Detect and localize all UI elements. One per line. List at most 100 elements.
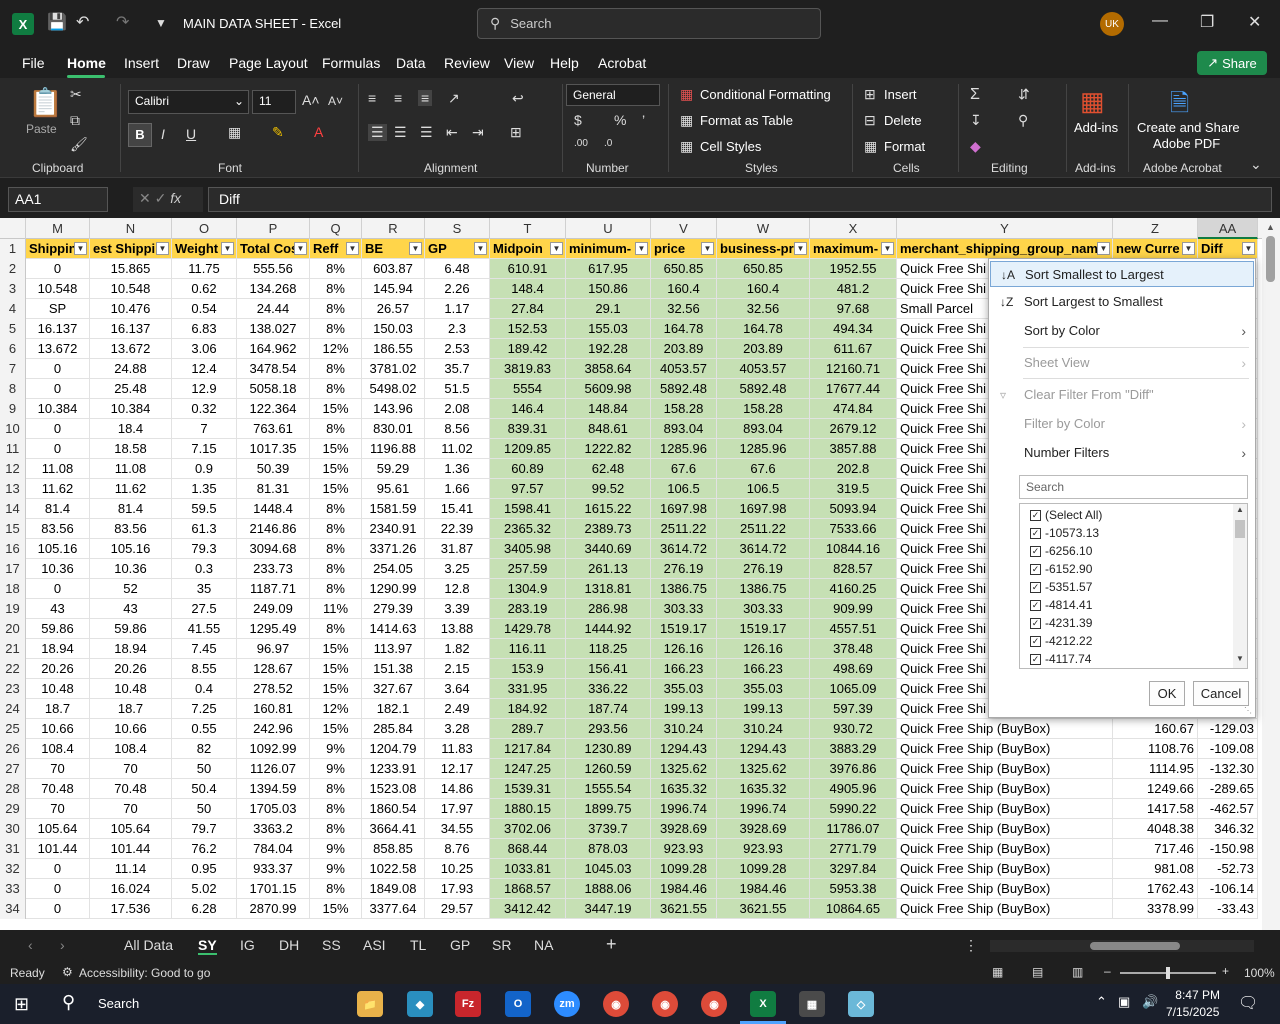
table-cell[interactable]: 5892.48 — [651, 379, 717, 399]
row-header[interactable]: 19 — [0, 599, 26, 619]
sheet-tab-ig[interactable]: IG — [240, 937, 255, 953]
filter-dropdown-icon[interactable]: ▼ — [701, 242, 714, 255]
table-cell[interactable]: 3928.69 — [717, 819, 810, 839]
table-cell[interactable]: 597.39 — [810, 699, 897, 719]
table-cell[interactable]: 603.87 — [362, 259, 425, 279]
table-cell[interactable]: 83.56 — [90, 519, 172, 539]
align-bottom-icon[interactable]: ≡ — [418, 90, 433, 106]
row-header[interactable]: 1 — [0, 239, 26, 259]
orientation-icon[interactable]: ↗ — [448, 90, 460, 107]
table-cell[interactable]: 126.16 — [651, 639, 717, 659]
table-cell[interactable]: 283.19 — [490, 599, 566, 619]
table-cell[interactable]: 0.4 — [172, 679, 237, 699]
checkbox-checked-icon[interactable]: ✓ — [1030, 564, 1041, 576]
ok-button[interactable]: OK — [1149, 681, 1185, 706]
row-header[interactable]: 11 — [0, 439, 26, 459]
table-cell[interactable]: 3378.99 — [1113, 899, 1198, 919]
share-button[interactable]: ↗ Share — [1197, 51, 1267, 75]
sort-filter-icon[interactable]: ⇵ — [1018, 86, 1030, 103]
table-cell[interactable]: 12160.71 — [810, 359, 897, 379]
sheet-tab-sy[interactable]: SY — [198, 937, 217, 955]
table-cell[interactable]: 2511.22 — [717, 519, 810, 539]
table-cell[interactable]: 2389.73 — [566, 519, 651, 539]
table-cell[interactable]: 70 — [90, 799, 172, 819]
font-size-select[interactable]: 11 — [252, 90, 296, 114]
table-cell[interactable]: 1065.09 — [810, 679, 897, 699]
table-cell[interactable]: 1249.66 — [1113, 779, 1198, 799]
table-cell[interactable]: 26.57 — [362, 299, 425, 319]
table-cell[interactable]: 81.4 — [90, 499, 172, 519]
table-cell[interactable]: 8% — [310, 299, 362, 319]
table-cell[interactable]: 261.13 — [566, 559, 651, 579]
table-cell[interactable]: 203.89 — [651, 339, 717, 359]
table-cell[interactable]: Quick Free Ship (BuyBox) — [897, 859, 1113, 879]
save-icon[interactable]: 💾 — [47, 12, 67, 32]
format-painter-icon[interactable]: 🖌 — [70, 136, 88, 153]
network-icon[interactable]: ▣ — [1118, 994, 1130, 1010]
list-scroll-up-icon[interactable]: ▲ — [1236, 505, 1244, 514]
table-cell[interactable]: 830.01 — [362, 419, 425, 439]
table-cell[interactable]: 17.97 — [425, 799, 490, 819]
table-cell[interactable]: 0 — [26, 579, 90, 599]
column-header-w[interactable]: W — [717, 218, 810, 239]
column-header-aa[interactable]: AA — [1198, 218, 1258, 239]
table-cell[interactable]: Quick Free Ship (BuyBox) — [897, 759, 1113, 779]
table-cell[interactable]: 184.92 — [490, 699, 566, 719]
undo-icon[interactable]: ↶ — [76, 12, 89, 32]
table-cell[interactable]: 15% — [310, 479, 362, 499]
table-cell[interactable]: 1.82 — [425, 639, 490, 659]
list-scrollbar[interactable]: ▲ ▼ — [1233, 504, 1247, 668]
table-cell[interactable]: 2.15 — [425, 659, 490, 679]
table-cell[interactable]: 3094.68 — [237, 539, 310, 559]
row-header[interactable]: 22 — [0, 659, 26, 679]
table-cell[interactable]: 62.48 — [566, 459, 651, 479]
table-cell[interactable]: 279.39 — [362, 599, 425, 619]
table-cell[interactable]: Quick Free Ship (BuyBox) — [897, 839, 1113, 859]
table-cell[interactable]: 0.32 — [172, 399, 237, 419]
excel-taskbar-icon[interactable]: X — [750, 991, 776, 1017]
clock-time[interactable]: 8:47 PM — [1168, 988, 1220, 1002]
header-cell[interactable]: minimum- ▼ — [566, 239, 651, 259]
row-header[interactable]: 32 — [0, 859, 26, 879]
table-cell[interactable]: 6.48 — [425, 259, 490, 279]
table-cell[interactable]: 5953.38 — [810, 879, 897, 899]
table-cell[interactable]: 1984.46 — [717, 879, 810, 899]
table-cell[interactable]: 8% — [310, 799, 362, 819]
table-cell[interactable]: 13.88 — [425, 619, 490, 639]
table-cell[interactable]: 1325.62 — [717, 759, 810, 779]
table-cell[interactable]: 3.06 — [172, 339, 237, 359]
table-cell[interactable]: 310.24 — [717, 719, 810, 739]
table-cell[interactable]: 199.13 — [651, 699, 717, 719]
cell-styles-button[interactable]: Cell Styles — [700, 139, 761, 154]
table-cell[interactable]: 8% — [310, 259, 362, 279]
table-cell[interactable]: 494.34 — [810, 319, 897, 339]
table-cell[interactable]: 1247.25 — [490, 759, 566, 779]
filter-dropdown-icon[interactable]: ▼ — [156, 242, 169, 255]
table-cell[interactable]: 95.61 — [362, 479, 425, 499]
redo-icon[interactable]: ↷ — [116, 12, 129, 32]
header-cell[interactable]: Reff ▼ — [310, 239, 362, 259]
table-cell[interactable]: 2.53 — [425, 339, 490, 359]
add-ins-icon[interactable]: ▦ — [1080, 86, 1105, 117]
table-cell[interactable]: 8% — [310, 819, 362, 839]
filter-dropdown-icon[interactable]: ▼ — [1182, 242, 1195, 255]
column-header-q[interactable]: Q — [310, 218, 362, 239]
table-cell[interactable]: 1108.76 — [1113, 739, 1198, 759]
table-cell[interactable]: 128.67 — [237, 659, 310, 679]
sheet-tab-asi[interactable]: ASI — [363, 937, 386, 953]
table-cell[interactable]: 82 — [172, 739, 237, 759]
font-name-select[interactable]: Calibri ⌄ — [128, 90, 249, 114]
table-cell[interactable]: 2.3 — [425, 319, 490, 339]
table-cell[interactable]: 166.23 — [717, 659, 810, 679]
table-cell[interactable]: 11.83 — [425, 739, 490, 759]
table-cell[interactable]: 22.39 — [425, 519, 490, 539]
volume-icon[interactable]: 🔊 — [1142, 994, 1158, 1010]
table-cell[interactable]: 27.84 — [490, 299, 566, 319]
table-cell[interactable]: 310.24 — [651, 719, 717, 739]
horizontal-scroll-thumb[interactable] — [1090, 942, 1180, 950]
filter-dropdown-icon[interactable]: ▼ — [409, 242, 422, 255]
header-cell[interactable]: business-pri ▼ — [717, 239, 810, 259]
table-cell[interactable]: 3781.02 — [362, 359, 425, 379]
outlook-icon[interactable]: O — [505, 991, 531, 1017]
customize-qat-icon[interactable]: ▼ — [155, 16, 167, 30]
